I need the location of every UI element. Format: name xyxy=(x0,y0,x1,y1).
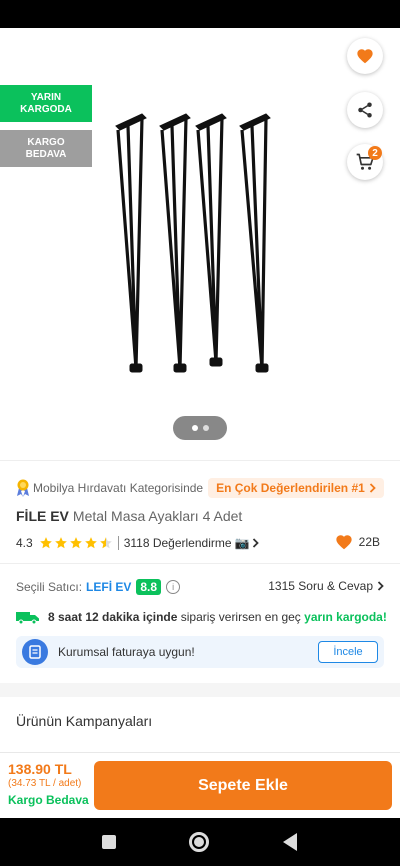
info-icon[interactable]: i xyxy=(166,580,181,594)
cart-count-badge: 2 xyxy=(368,146,382,160)
star-icon xyxy=(69,537,82,549)
seller-score-badge: 8.8 xyxy=(136,579,162,595)
seller-row: Seçili Satıcı: LEFİ EV 8.8 i 1315 Soru &… xyxy=(16,577,384,597)
shipping-countdown: 8 saat 12 dakika içinde xyxy=(48,610,178,624)
shipping-tomorrow-text: yarın kargoda! xyxy=(304,610,387,624)
rating-stars xyxy=(39,536,114,550)
product-brand[interactable]: FİLE EV xyxy=(16,508,69,524)
next-day-shipping-badge: YARIN KARGODA xyxy=(0,85,92,122)
section-spacer xyxy=(0,683,400,697)
shipping-estimate: 8 saat 12 dakika içinde sipariş verirsen… xyxy=(16,607,388,627)
pager-dot-active xyxy=(191,425,198,431)
medal-icon xyxy=(17,479,29,497)
seller-name-link[interactable]: LEFİ EV xyxy=(86,580,131,594)
star-icon xyxy=(54,537,67,549)
shipping-middle-text: sipariş verirsen en geç xyxy=(177,610,305,624)
heart-icon xyxy=(357,49,373,64)
inspect-button[interactable]: İncele xyxy=(318,641,378,663)
divider xyxy=(0,563,400,564)
invoice-text: Kurumsal faturaya uygun! xyxy=(58,645,195,659)
questions-answers-link[interactable]: 1315 Soru & Cevap xyxy=(268,579,384,593)
invoice-icon xyxy=(22,639,48,665)
table-leg-2 xyxy=(159,113,191,373)
review-count[interactable]: 3118 Değerlendirme xyxy=(124,536,232,550)
favorite-count-value: 22B xyxy=(358,535,380,549)
purchase-bar: 138.90 TL (34.73 TL / adet) Kargo Bedava… xyxy=(0,752,400,818)
divider xyxy=(0,460,400,461)
corporate-invoice-banner: Kurumsal faturaya uygun! İncele xyxy=(16,636,384,668)
product-title: FİLE EV Metal Masa Ayakları 4 Adet xyxy=(16,508,242,524)
next-day-badge-text: YARIN KARGODA xyxy=(20,91,72,115)
category-ranking: Mobilya Hırdavatı Kategorisinde En Çok D… xyxy=(16,477,384,499)
status-bar xyxy=(0,0,400,28)
product-name: Metal Masa Ayakları 4 Adet xyxy=(72,508,243,524)
free-shipping-badge: KARGO BEDAVA xyxy=(0,130,92,167)
add-to-cart-button[interactable]: Sepete Ekle xyxy=(94,761,392,810)
table-leg-1 xyxy=(115,113,147,373)
best-rated-text: En Çok Değerlendirilen #1 xyxy=(216,481,365,495)
star-half-icon xyxy=(99,537,112,549)
free-ship-badge-text: KARGO BEDAVA xyxy=(25,136,67,160)
share-icon xyxy=(358,102,372,118)
system-back-icon[interactable] xyxy=(283,833,297,851)
table-leg-4 xyxy=(239,113,271,373)
unit-price: (34.73 TL / adet) xyxy=(8,778,82,789)
rating-row[interactable]: 4.3 3118 Değerlendirme 📷 22B xyxy=(16,534,384,552)
star-icon xyxy=(84,537,97,549)
favorite-count[interactable]: 22B xyxy=(335,534,380,550)
product-price: 138.90 TL xyxy=(8,761,72,777)
rating-score: 4.3 xyxy=(16,536,33,550)
recent-apps-icon[interactable] xyxy=(102,835,116,849)
heart-icon xyxy=(336,535,352,550)
system-nav-bar xyxy=(0,818,400,866)
chevron-right-icon xyxy=(377,581,384,591)
favorite-button[interactable] xyxy=(347,38,383,74)
share-button[interactable] xyxy=(347,92,383,128)
pager-dot xyxy=(202,425,209,431)
free-shipping-label: Kargo Bedava xyxy=(8,793,89,807)
back-arrow-icon xyxy=(18,47,38,65)
star-icon xyxy=(39,537,52,549)
product-image xyxy=(115,113,271,373)
campaigns-title: Ürünün Kampanyaları xyxy=(16,713,153,729)
seller-label: Seçili Satıcı: xyxy=(16,580,83,594)
qa-text: 1315 Soru & Cevap xyxy=(268,579,373,593)
chevron-right-icon xyxy=(253,538,260,548)
chevron-right-icon xyxy=(369,483,376,493)
category-text: Mobilya Hırdavatı Kategorisinde xyxy=(33,481,204,495)
back-button[interactable] xyxy=(12,42,44,70)
best-rated-link[interactable]: En Çok Değerlendirilen #1 xyxy=(208,478,384,498)
cart-button[interactable]: 2 xyxy=(347,144,383,180)
truck-icon xyxy=(16,612,39,624)
image-pager[interactable] xyxy=(173,416,227,440)
camera-icon: 📷 xyxy=(234,536,250,550)
home-icon[interactable] xyxy=(189,832,209,852)
table-leg-3 xyxy=(195,113,227,367)
product-gallery[interactable]: 2 YARIN KARGODA KARGO BEDAVA xyxy=(0,28,400,460)
divider xyxy=(117,536,119,550)
